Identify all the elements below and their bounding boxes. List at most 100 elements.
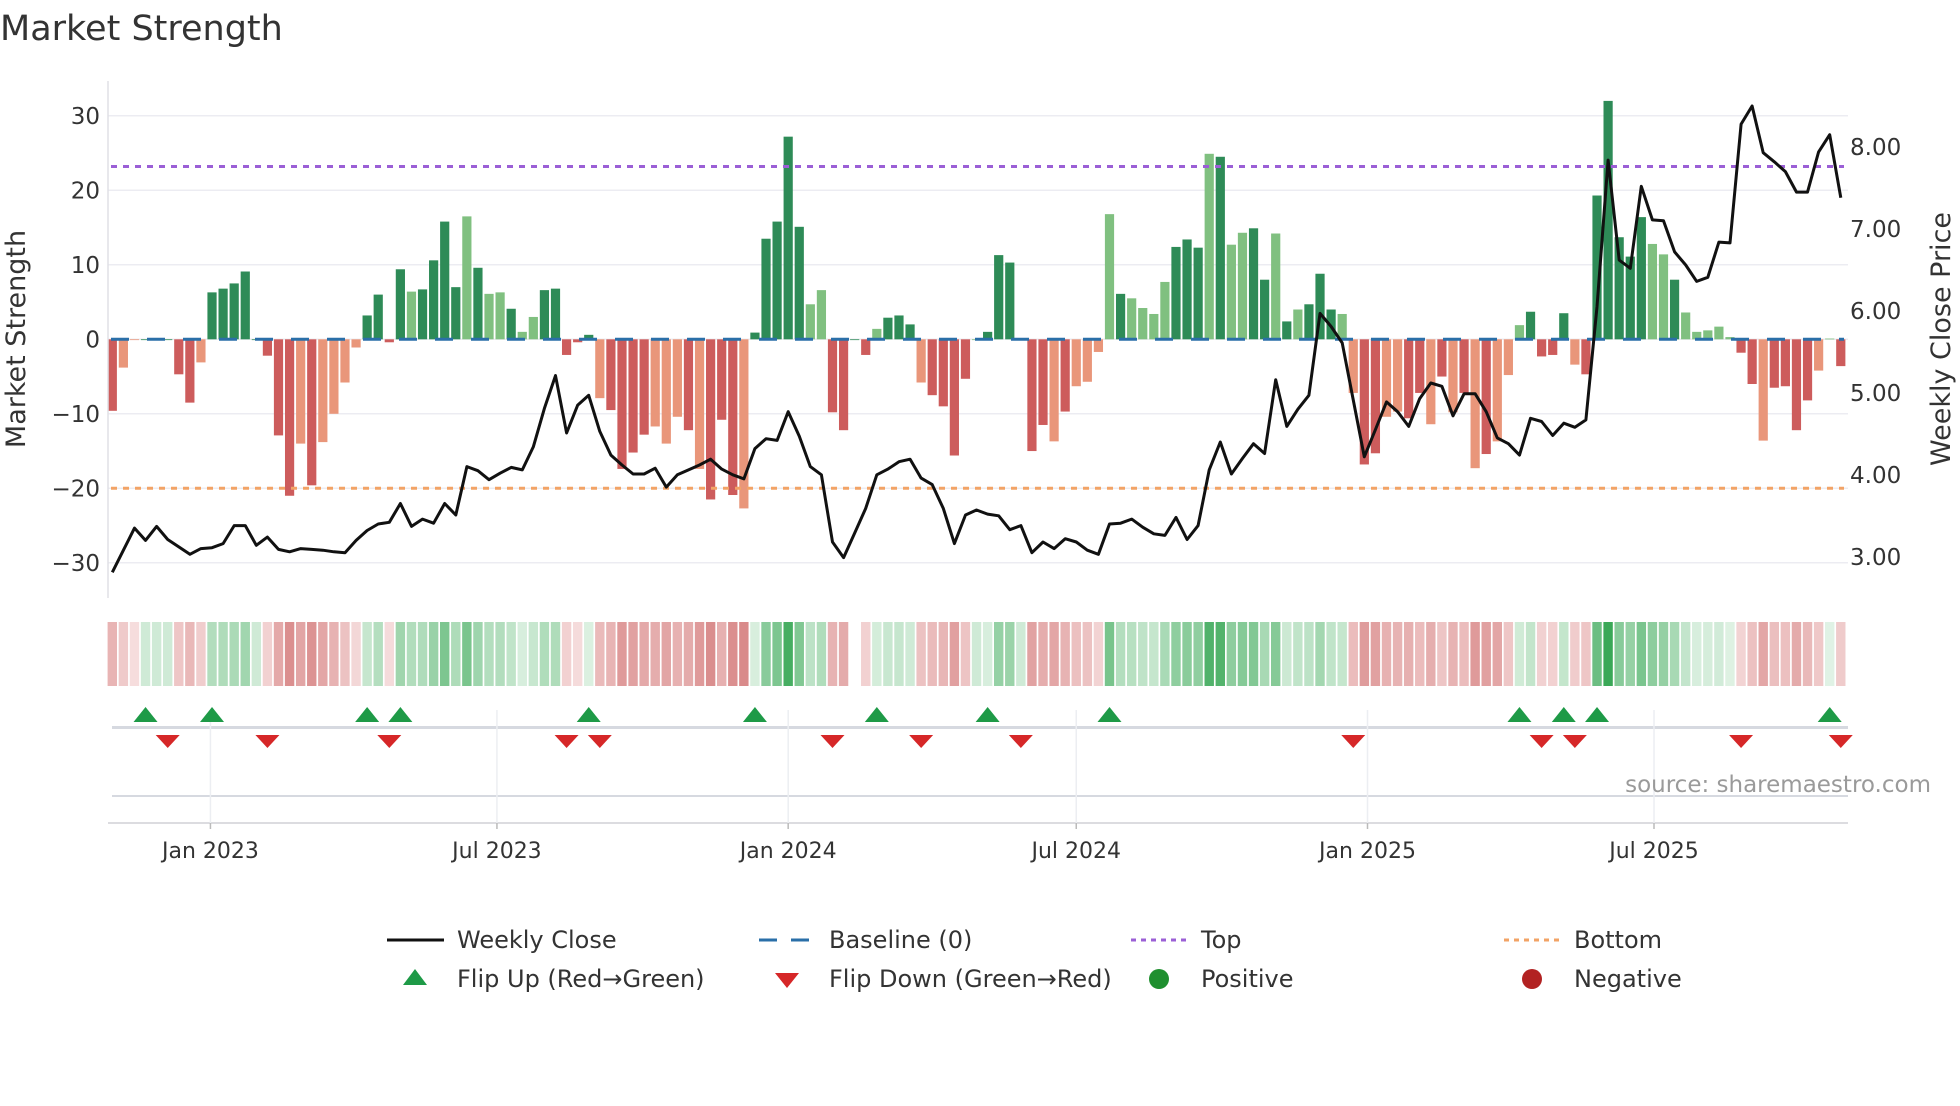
- heatmap-cell: [362, 622, 372, 686]
- heatmap-cell: [1514, 622, 1525, 686]
- heatmap-cell: [495, 622, 505, 686]
- negative-bar: [107, 339, 117, 411]
- chart-title: Market Strength: [0, 9, 283, 49]
- heatmap-cell: [1647, 622, 1658, 686]
- legend-label: Negative: [1574, 965, 1682, 993]
- heatmap-cell: [717, 622, 727, 686]
- heatmap-cell: [1791, 622, 1802, 686]
- legend-label: Flip Up (Red→Green): [457, 965, 705, 993]
- negative-bar: [672, 339, 682, 417]
- heatmap-cell: [750, 622, 760, 686]
- negative-bar: [1537, 339, 1547, 357]
- heatmap-cell: [683, 622, 694, 686]
- negative-bar: [1780, 339, 1790, 387]
- positive-bar: [894, 315, 904, 340]
- flip-up-marker: [742, 707, 767, 722]
- positive-bar: [1182, 239, 1192, 340]
- negative-bar: [650, 339, 660, 427]
- heatmap-cell: [373, 622, 383, 686]
- heatmap-cell: [1215, 622, 1225, 686]
- negative-bar: [1802, 339, 1813, 401]
- heatmap-cell: [140, 622, 151, 686]
- heatmap-cell: [905, 622, 915, 686]
- positive-bar: [1282, 321, 1292, 340]
- negative-bar: [384, 339, 394, 343]
- heatmap-cell: [894, 622, 904, 686]
- negative-bar: [1492, 339, 1502, 442]
- flip-up-marker: [355, 707, 380, 722]
- positive-bar: [1226, 244, 1236, 340]
- heatmap-cell: [1536, 622, 1547, 686]
- heatmap-cell: [1093, 622, 1104, 686]
- heatmap-cell: [1459, 622, 1469, 686]
- negative-bar: [129, 339, 140, 341]
- positive-bar: [1669, 279, 1680, 340]
- heatmap-cell: [229, 622, 239, 686]
- y2-tick-label: 7.00: [1850, 217, 1901, 243]
- heatmap-cell: [207, 622, 217, 686]
- heatmap-cell: [1226, 622, 1237, 686]
- positive-bar: [1138, 308, 1148, 340]
- y-tick-label: 20: [71, 178, 100, 204]
- y-axis-title: Market Strength: [1, 230, 32, 448]
- heatmap-cell: [1714, 622, 1724, 686]
- positive-bar: [240, 271, 250, 340]
- positive-bar: [451, 287, 461, 340]
- y-tick-label: −30: [51, 551, 100, 577]
- positive-bar: [406, 291, 417, 340]
- heatmap-cell: [273, 622, 284, 686]
- heatmap-cell: [1592, 622, 1602, 686]
- heatmap-cell: [517, 622, 527, 686]
- negative-bar: [639, 339, 649, 435]
- negative-bar: [661, 339, 671, 444]
- positive-bar: [1115, 293, 1126, 340]
- heatmap-cell: [251, 622, 262, 686]
- flip-down-marker: [554, 735, 579, 748]
- heatmap-cell: [262, 622, 273, 686]
- heatmap-cell: [1326, 622, 1336, 686]
- heatmap-cell: [949, 622, 960, 686]
- heatmap-cell: [1636, 622, 1647, 686]
- heatmap-cell: [440, 622, 450, 686]
- heatmap-cell: [1680, 622, 1691, 686]
- negative-bar: [262, 339, 273, 356]
- positive-bar: [484, 293, 494, 340]
- heatmap-cell: [672, 622, 683, 686]
- flip-up-marker: [1585, 707, 1610, 722]
- heatmap-cell: [151, 622, 162, 686]
- positive-bar: [1714, 326, 1724, 340]
- heatmap-cell: [1038, 622, 1048, 686]
- flip-up-marker: [388, 707, 413, 722]
- heatmap-cell: [451, 622, 461, 686]
- negative-bar: [1404, 339, 1414, 419]
- flip-up-marker: [1097, 707, 1122, 722]
- heatmap-cell: [107, 622, 117, 686]
- legend-label: Bottom: [1574, 926, 1662, 954]
- negative-bar: [1027, 339, 1037, 452]
- negative-bar: [1392, 339, 1403, 412]
- heatmap-cell: [1692, 622, 1702, 686]
- positive-bar: [1193, 247, 1203, 340]
- heatmap-cell: [1160, 622, 1170, 686]
- heatmap-cell: [705, 622, 716, 686]
- heatmap-cell: [1481, 622, 1491, 686]
- flip-down-marker: [1562, 735, 1587, 748]
- heatmap-cell: [1802, 622, 1813, 686]
- positive-bar: [1636, 217, 1646, 340]
- legend-circle-icon: [1522, 969, 1542, 989]
- heatmap-cell: [1559, 622, 1569, 686]
- negative-bar: [1038, 339, 1048, 425]
- heatmap-cell: [1403, 622, 1414, 686]
- negative-bar: [1814, 339, 1824, 371]
- positive-bar: [373, 294, 383, 340]
- positive-bar: [440, 221, 450, 340]
- positive-bar: [1647, 243, 1658, 340]
- positive-bar: [1260, 279, 1270, 340]
- negative-bar: [561, 339, 572, 355]
- flip-up-marker: [975, 707, 1000, 722]
- negative-bar: [717, 339, 727, 420]
- heatmap-cell: [1016, 622, 1026, 686]
- positive-bar: [772, 221, 782, 340]
- heatmap-cell: [739, 622, 749, 686]
- heatmap-cell: [340, 622, 350, 686]
